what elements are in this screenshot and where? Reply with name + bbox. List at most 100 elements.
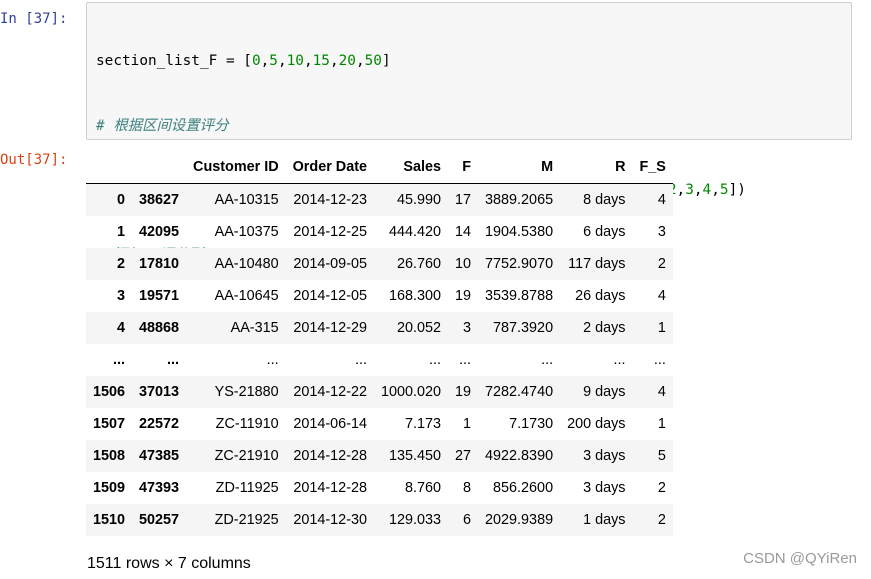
header-customer-id: Customer ID bbox=[186, 151, 286, 184]
code-comment-1: # 根据区间设置评分 bbox=[96, 117, 229, 134]
row-id: 42095 bbox=[139, 224, 180, 240]
table-cell: YS-21880 bbox=[214, 384, 279, 400]
table-cell: 856.2600 bbox=[493, 480, 554, 496]
table-row: 1508 47385 ZC-21910 2014-12-28 135.450 27 4922… bbox=[86, 440, 673, 472]
header-sales: Sales bbox=[374, 151, 449, 184]
table-cell: ZD-11925 bbox=[215, 480, 279, 496]
table-cell: 27 bbox=[455, 448, 472, 464]
row-id: 22572 bbox=[139, 416, 180, 432]
table-cell: 4 bbox=[657, 288, 666, 304]
table-header-row: Customer ID Order Date Sales F M R F_S bbox=[86, 151, 673, 184]
header-m: M bbox=[478, 151, 561, 184]
table-cell: ... bbox=[541, 352, 554, 368]
table-cell: ... bbox=[653, 352, 666, 368]
table-cell: 2014-12-30 bbox=[293, 512, 367, 528]
table-cell: 1904.5380 bbox=[485, 224, 554, 240]
table-cell: 7.1730 bbox=[509, 416, 554, 432]
table-cell: 14 bbox=[455, 224, 472, 240]
header-f: F bbox=[448, 151, 479, 184]
table-cell: 20.052 bbox=[397, 320, 442, 336]
table-cell: 2 bbox=[657, 512, 666, 528]
table-cell: AA-10480 bbox=[214, 256, 279, 272]
table-cell: AA-315 bbox=[230, 320, 279, 336]
table-cell: 3 days bbox=[583, 448, 626, 464]
row-index: 1508 bbox=[93, 448, 126, 464]
row-index: 1506 bbox=[93, 384, 126, 400]
table-cell: 6 bbox=[463, 512, 472, 528]
table-cell: 2014-06-14 bbox=[293, 416, 367, 432]
header-f-s: F_S bbox=[632, 151, 673, 184]
table-cell: 2014-09-05 bbox=[293, 256, 367, 272]
table-cell: 1 bbox=[657, 320, 666, 336]
header-cell bbox=[132, 151, 187, 184]
row-id: 47385 bbox=[139, 448, 180, 464]
watermark: CSDN @QYiRen bbox=[743, 550, 857, 567]
table-cell: 3539.8788 bbox=[485, 288, 554, 304]
row-index: 3 bbox=[117, 288, 126, 304]
table-cell: 1000.020 bbox=[381, 384, 442, 400]
row-id: 47393 bbox=[139, 480, 180, 496]
table-cell: 787.3920 bbox=[493, 320, 554, 336]
row-id: 37013 bbox=[139, 384, 180, 400]
row-index: 2 bbox=[117, 256, 126, 272]
table-cell: AA-10645 bbox=[214, 288, 279, 304]
table-row: 3 19571 AA-10645 2014-12-05 168.300 19 3539.87… bbox=[86, 280, 673, 312]
table-row: 1510 50257 ZD-21925 2014-12-30 129.033 6 2029.… bbox=[86, 504, 673, 536]
table-cell: 6 days bbox=[583, 224, 626, 240]
table-cell: 1 bbox=[657, 416, 666, 432]
table-cell: AA-10315 bbox=[214, 192, 279, 208]
table-cell: 2014-12-25 bbox=[293, 224, 367, 240]
table-cell: 26 days bbox=[575, 288, 626, 304]
table-cell: 4922.8390 bbox=[485, 448, 554, 464]
table-cell: 8 days bbox=[583, 192, 626, 208]
table-row: 1506 37013 YS-21880 2014-12-22 1000.020 19 728… bbox=[86, 376, 673, 408]
table-cell: 4 bbox=[657, 192, 666, 208]
table-cell: 2014-12-28 bbox=[293, 448, 367, 464]
header-order-date: Order Date bbox=[285, 151, 374, 184]
table-cell: 168.300 bbox=[389, 288, 442, 304]
table-row: 2 17810 AA-10480 2014-09-05 26.760 10 7752.907… bbox=[86, 248, 673, 280]
output-prompt: Out[37]: bbox=[0, 152, 68, 168]
table-cell: 7752.9070 bbox=[485, 256, 554, 272]
table-cell: ... bbox=[429, 352, 442, 368]
table-cell: 129.033 bbox=[389, 512, 442, 528]
row-index: ... bbox=[113, 352, 126, 368]
table-cell: 1 days bbox=[583, 512, 626, 528]
code-line-1: section_list_F = [0,5,10,15,20,50] bbox=[96, 53, 391, 69]
table-cell: 3889.2065 bbox=[485, 192, 554, 208]
input-prompt: In [37]: bbox=[0, 11, 68, 27]
table-cell: ... bbox=[459, 352, 472, 368]
table-cell: 19 bbox=[455, 384, 472, 400]
table-cell: 2014-12-22 bbox=[293, 384, 367, 400]
code-cell[interactable]: section_list_F = [0,5,10,15,20,50] # 根据区… bbox=[86, 2, 852, 392]
row-id: ... bbox=[167, 352, 180, 368]
table-cell: 9 days bbox=[583, 384, 626, 400]
table-cell: 1 bbox=[463, 416, 472, 432]
table-cell: 45.990 bbox=[397, 192, 442, 208]
table-cell: 7282.4740 bbox=[485, 384, 554, 400]
dataframe-table: Customer ID Order Date Sales F M R F_S 0… bbox=[86, 151, 673, 536]
table-row: ........................... bbox=[86, 344, 673, 376]
row-index: 1510 bbox=[93, 512, 126, 528]
table-cell: 444.420 bbox=[389, 224, 442, 240]
row-id: 17810 bbox=[139, 256, 180, 272]
table-cell: 2029.9389 bbox=[485, 512, 554, 528]
table-cell: 117 days bbox=[568, 256, 626, 272]
table-cell: 26.760 bbox=[397, 256, 442, 272]
table-cell: ZC-21910 bbox=[214, 448, 279, 464]
table-cell: ... bbox=[355, 352, 367, 368]
table-row: 1 42095 AA-10375 2014-12-25 444.420 14 1904.53… bbox=[86, 216, 673, 248]
table-cell: 2 days bbox=[583, 320, 626, 336]
table-cell: 3 bbox=[657, 224, 666, 240]
table-cell: 3 bbox=[463, 320, 472, 336]
row-index: 1507 bbox=[93, 416, 126, 432]
row-id: 50257 bbox=[139, 512, 180, 528]
table-cell: 8 bbox=[463, 480, 472, 496]
table-cell: 2014-12-05 bbox=[293, 288, 367, 304]
table-row: 0 38627 AA-10315 2014-12-23 45.990 17 3889.206… bbox=[86, 183, 673, 216]
table-cell: 2 bbox=[657, 256, 666, 272]
row-id: 38627 bbox=[139, 192, 180, 208]
table-shape-footer: 1511 rows × 7 columns bbox=[87, 555, 251, 572]
table-cell: ZD-21925 bbox=[214, 512, 279, 528]
header-cell bbox=[86, 151, 133, 184]
